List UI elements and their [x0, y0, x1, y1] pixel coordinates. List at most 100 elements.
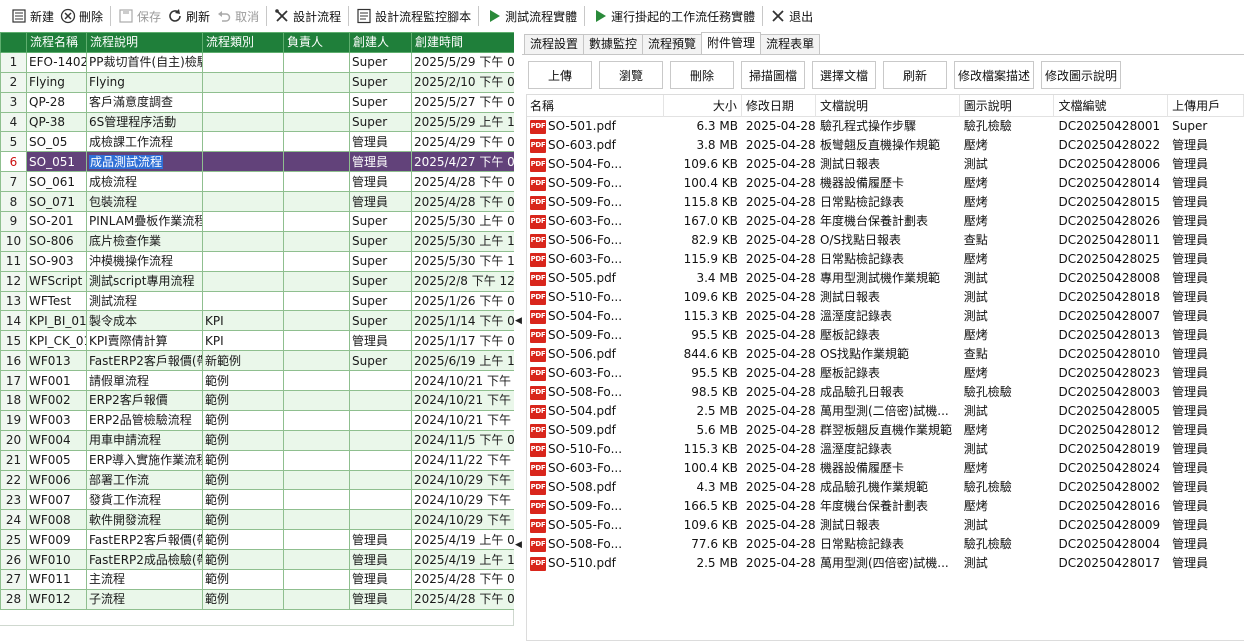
- row-number-cell[interactable]: 4: [0, 111, 27, 133]
- flow-owner-cell[interactable]: [283, 191, 350, 213]
- tab-flow-settings[interactable]: 流程設置: [524, 34, 585, 54]
- flow-desc-cell[interactable]: 6S管理程序活動: [86, 111, 203, 133]
- flow-category-cell[interactable]: 範例: [202, 469, 284, 491]
- flow-name-cell[interactable]: WF005: [26, 449, 87, 471]
- flow-name-cell[interactable]: SO-806: [26, 230, 87, 252]
- browse-button[interactable]: 瀏覽: [599, 61, 663, 89]
- flow-desc-cell[interactable]: 發貨工作流程: [86, 489, 203, 511]
- grid-row[interactable]: 24 WF008 軟件開發流程 範例 2024/10/29 下午: [0, 509, 515, 531]
- flow-created-cell[interactable]: 2025/5/27 下午 0: [411, 91, 515, 113]
- flow-creator-cell[interactable]: [349, 449, 412, 471]
- grid-row[interactable]: 16 WF013 FastERP2客戶報價(帶 新範例 Super 2025/6/19 上…: [0, 350, 515, 372]
- flow-desc-cell[interactable]: 沖模機操作流程: [86, 250, 203, 272]
- attachment-row[interactable]: PDF SO-510-Fo... 115.3 KB 2025-04-28 溫溼度記錄表 測…: [527, 440, 1244, 459]
- flow-name-cell[interactable]: SO_061: [26, 171, 87, 193]
- flow-creator-cell[interactable]: 管理員: [349, 588, 412, 610]
- edit-file-desc-button[interactable]: 修改檔案描述: [954, 61, 1034, 89]
- grid-row[interactable]: 14 KPI_BI_01 製令成本 KPI Super 2025/1/14 下午 0: [0, 310, 515, 332]
- flow-category-cell[interactable]: KPI: [202, 330, 284, 352]
- flow-category-cell[interactable]: 範例: [202, 370, 284, 392]
- flow-desc-cell[interactable]: 包裝流程: [86, 191, 203, 213]
- flow-creator-cell[interactable]: [349, 489, 412, 511]
- flow-category-cell[interactable]: 新範例: [202, 350, 284, 372]
- attachment-row[interactable]: PDF SO-501.pdf 6.3 MB 2025-04-28 驗孔程式操作步驟 驗孔檢…: [527, 117, 1244, 136]
- attachment-row[interactable]: PDF SO-509-Fo... 100.4 KB 2025-04-28 機器設備履歷卡…: [527, 174, 1244, 193]
- flow-owner-cell[interactable]: [283, 390, 350, 411]
- grid-row[interactable]: 22 WF006 部署工作流 範例 2024/10/29 下午: [0, 469, 515, 491]
- flow-created-cell[interactable]: 2025/4/19 上午 0: [411, 529, 515, 551]
- collapse-left-icon[interactable]: ◀: [515, 316, 522, 326]
- flow-owner-cell[interactable]: [283, 270, 350, 292]
- grid-row[interactable]: 18 WF002 ERP2客戶報價 範例 2024/10/21 下午: [0, 390, 515, 411]
- flow-created-cell[interactable]: 2025/4/28 下午 0: [411, 191, 515, 213]
- flow-owner-cell[interactable]: [283, 370, 350, 392]
- flow-creator-cell[interactable]: 管理員: [349, 549, 412, 571]
- flow-desc-cell[interactable]: Flying: [86, 71, 203, 93]
- flow-desc-cell[interactable]: ERP2客戶報價: [86, 390, 203, 411]
- grid-row[interactable]: 5 SO_05 成檢課工作流程 管理員 2025/4/29 下午 0: [0, 131, 515, 153]
- test-instance-button[interactable]: 測試流程實體: [483, 4, 580, 28]
- row-number-cell[interactable]: 18: [0, 390, 27, 411]
- row-number-cell[interactable]: 5: [0, 131, 27, 153]
- flow-desc-cell[interactable]: PINLAM疊板作業流程: [86, 211, 203, 232]
- flow-category-cell[interactable]: 範例: [202, 588, 284, 610]
- attachment-row[interactable]: PDF SO-509-Fo... 166.5 KB 2025-04-28 年度機台保養計…: [527, 497, 1244, 516]
- flow-name-cell[interactable]: WF008: [26, 509, 87, 531]
- grid-row[interactable]: 3 QP-28 客戶滿意度調查 Super 2025/5/27 下午 0: [0, 91, 515, 113]
- flow-created-cell[interactable]: 2025/4/19 上午 1: [411, 549, 515, 571]
- flow-desc-cell[interactable]: 測試流程: [86, 290, 203, 312]
- flow-created-cell[interactable]: 2025/2/8 下午 12: [411, 270, 515, 292]
- attachment-row[interactable]: PDF SO-508-Fo... 98.5 KB 2025-04-28 成品驗孔日報表 驗…: [527, 383, 1244, 402]
- flow-name-cell[interactable]: SO_051: [26, 151, 87, 173]
- flow-name-cell[interactable]: KPI_CK_01: [26, 330, 87, 352]
- flow-name-cell[interactable]: WF003: [26, 409, 87, 431]
- file-col-doc-no[interactable]: 文檔編號: [1054, 94, 1169, 117]
- flow-category-cell[interactable]: 範例: [202, 390, 284, 411]
- row-number-cell[interactable]: 17: [0, 370, 27, 392]
- flow-owner-cell[interactable]: [283, 429, 350, 451]
- flow-category-cell[interactable]: [202, 71, 284, 93]
- flow-created-cell[interactable]: 2025/4/28 下午 0: [411, 588, 515, 610]
- flow-category-cell[interactable]: [202, 250, 284, 272]
- grid-row[interactable]: 12 WFScript 測試script專用流程 Super 2025/2/8 下午 1…: [0, 270, 515, 292]
- flow-owner-cell[interactable]: [283, 250, 350, 272]
- grid-row[interactable]: 11 SO-903 沖模機操作流程 Super 2025/5/30 下午 1: [0, 250, 515, 272]
- flow-name-cell[interactable]: WF010: [26, 549, 87, 571]
- flow-name-cell[interactable]: WF004: [26, 429, 87, 451]
- flow-creator-cell[interactable]: Super: [349, 290, 412, 312]
- row-number-cell[interactable]: 24: [0, 509, 27, 531]
- new-button[interactable]: 新建: [8, 4, 57, 28]
- flow-category-cell[interactable]: 範例: [202, 529, 284, 551]
- flow-creator-cell[interactable]: 管理員: [349, 171, 412, 193]
- grid-header-desc[interactable]: 流程說明: [86, 32, 203, 53]
- flow-created-cell[interactable]: 2025/5/30 下午 1: [411, 250, 515, 272]
- flow-owner-cell[interactable]: [283, 151, 350, 173]
- flow-created-cell[interactable]: 2025/5/29 下午 0: [411, 51, 515, 73]
- grid-row[interactable]: 25 WF009 FastERP2客戶報價(帶 範例 管理員 2025/4/19 上午 0: [0, 529, 515, 551]
- flow-category-cell[interactable]: 範例: [202, 549, 284, 571]
- flow-name-cell[interactable]: WFScript: [26, 270, 87, 292]
- save-button[interactable]: 保存: [115, 4, 164, 28]
- attachment-row[interactable]: PDF SO-506.pdf 844.6 KB 2025-04-28 OS找點作業規範 查…: [527, 345, 1244, 364]
- flow-desc-cell[interactable]: KPI賣際倩計算: [86, 330, 203, 352]
- flow-name-cell[interactable]: SO-903: [26, 250, 87, 272]
- flow-owner-cell[interactable]: [283, 569, 350, 590]
- flow-creator-cell[interactable]: Super: [349, 91, 412, 113]
- flow-created-cell[interactable]: 2024/10/21 下午: [411, 409, 515, 431]
- flow-desc-cell[interactable]: 子流程: [86, 588, 203, 610]
- scan-image-button[interactable]: 掃描圖檔: [741, 61, 805, 89]
- row-number-cell[interactable]: 28: [0, 588, 27, 610]
- flow-name-cell[interactable]: QP-38: [26, 111, 87, 133]
- upload-button[interactable]: 上傳: [528, 61, 592, 89]
- flow-owner-cell[interactable]: [283, 489, 350, 511]
- flow-created-cell[interactable]: 2024/11/22 下午: [411, 449, 515, 471]
- file-col-desc[interactable]: 文檔說明: [816, 94, 960, 117]
- edit-icon-desc-button[interactable]: 修改圖示說明: [1041, 61, 1121, 89]
- row-number-cell[interactable]: 12: [0, 270, 27, 292]
- grid-row[interactable]: 17 WF001 請假單流程 範例 2024/10/21 下午: [0, 370, 515, 392]
- flow-creator-cell[interactable]: Super: [349, 310, 412, 332]
- file-col-uploader[interactable]: 上傳用戶: [1168, 94, 1244, 117]
- flow-name-cell[interactable]: WF009: [26, 529, 87, 551]
- flow-created-cell[interactable]: 2024/10/29 下午: [411, 489, 515, 511]
- flow-category-cell[interactable]: 範例: [202, 569, 284, 590]
